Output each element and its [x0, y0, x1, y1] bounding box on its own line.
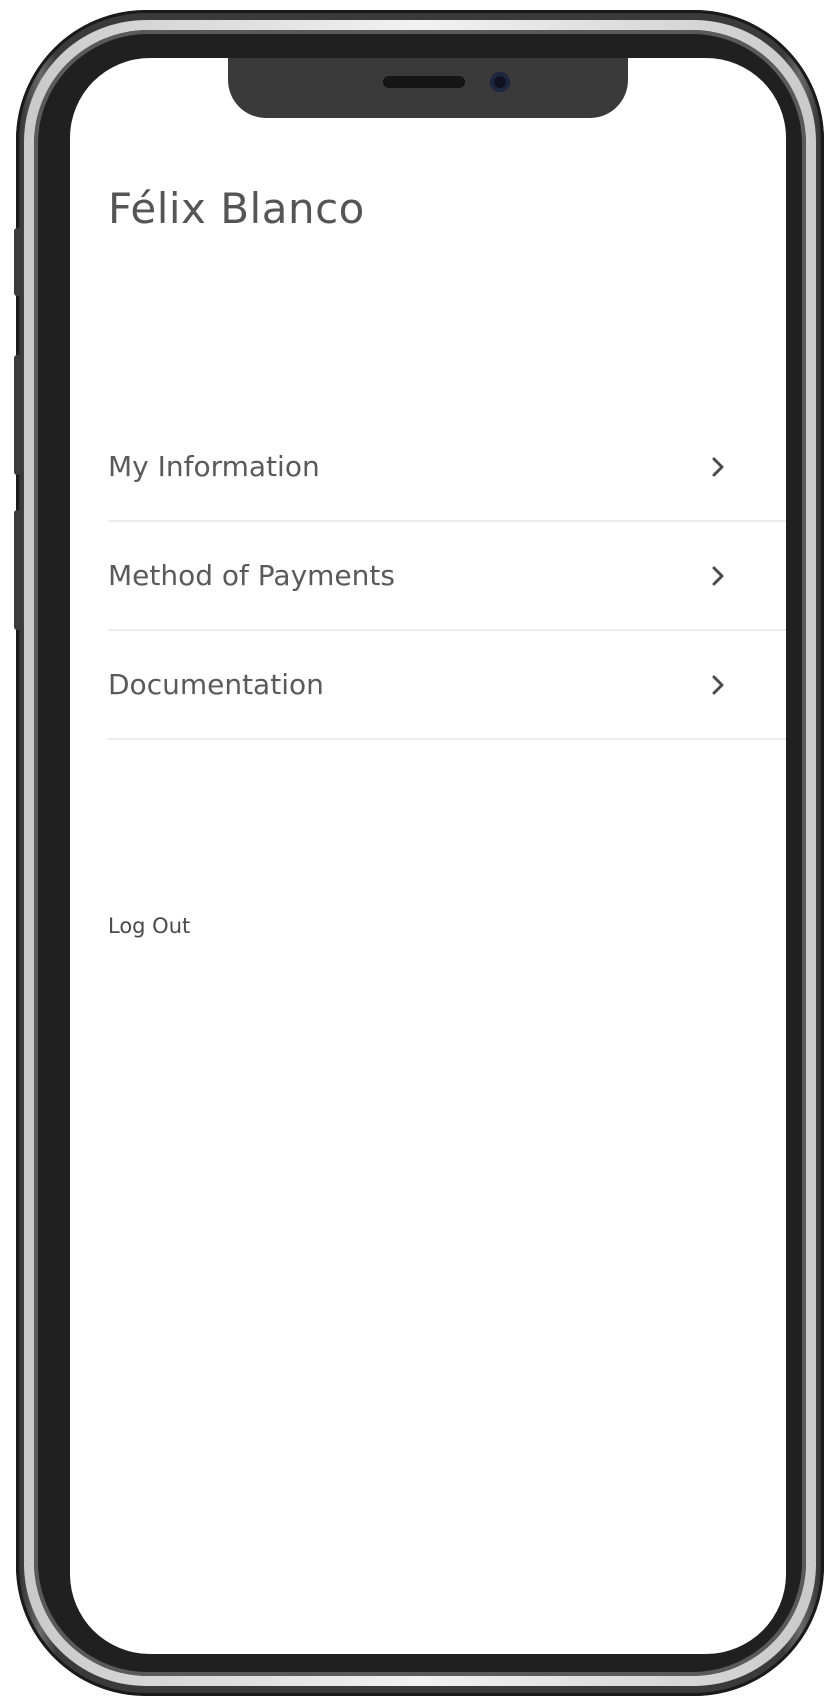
- volume-down-button: [14, 510, 22, 630]
- menu-item-documentation[interactable]: Documentation: [108, 631, 786, 740]
- chevron-right-icon: [704, 453, 732, 481]
- volume-up-button: [14, 355, 22, 475]
- account-menu: My Information Method of Payments Docume…: [108, 413, 786, 740]
- menu-item-label: My Information: [108, 450, 320, 483]
- menu-item-label: Method of Payments: [108, 559, 395, 592]
- menu-item-method-of-payments[interactable]: Method of Payments: [108, 522, 786, 631]
- menu-item-label: Documentation: [108, 668, 324, 701]
- front-camera-icon: [490, 72, 510, 92]
- speaker-grille: [383, 76, 465, 88]
- logout-link[interactable]: Log Out: [108, 914, 190, 938]
- notch: [228, 58, 628, 118]
- phone-screen: Félix Blanco My Information Method of Pa…: [70, 58, 786, 1654]
- menu-item-my-information[interactable]: My Information: [108, 413, 786, 522]
- chevron-right-icon: [704, 562, 732, 590]
- mute-switch: [14, 228, 22, 296]
- chevron-right-icon: [704, 671, 732, 699]
- user-name-title: Félix Blanco: [108, 184, 365, 233]
